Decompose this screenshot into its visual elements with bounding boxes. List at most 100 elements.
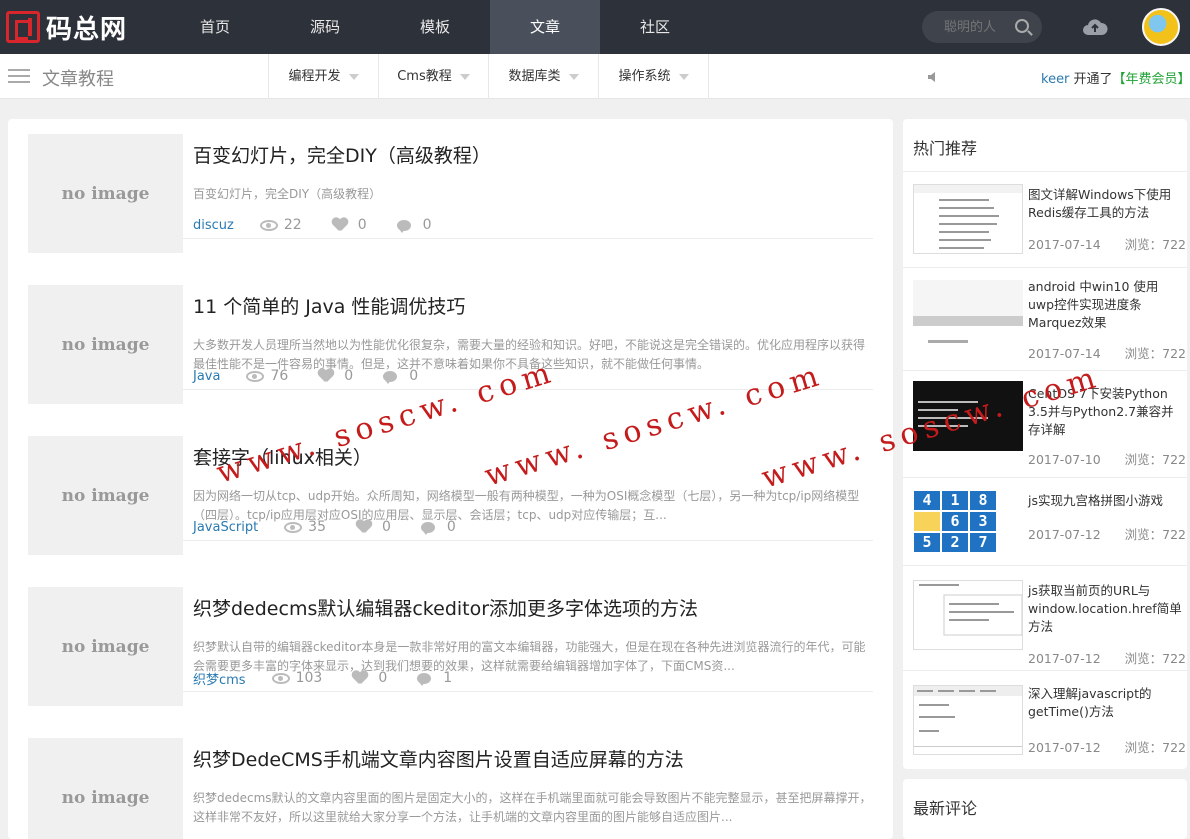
views: 35: [284, 519, 326, 535]
recommend-title[interactable]: CentOS 7下安装Python 3.5并与Python2.7兼容并存详解: [1028, 385, 1183, 439]
article-thumbnail[interactable]: no image: [28, 285, 183, 404]
recommend-title[interactable]: 深入理解javascript的getTime()方法: [1028, 685, 1183, 721]
recommend-meta: 2017-07-12 浏览：722: [1028, 648, 1190, 667]
nav-templates[interactable]: 模板: [380, 0, 490, 54]
article-category[interactable]: discuz: [193, 218, 234, 233]
menu-label: Cms教程: [397, 69, 452, 84]
menu-database[interactable]: 数据库类: [489, 54, 599, 99]
puzzle-tile: 5: [914, 533, 940, 552]
article-thumbnail[interactable]: no image: [28, 436, 183, 555]
terminal-screenshot-icon: [918, 401, 988, 427]
recommend-date: 2017-07-12: [1028, 651, 1101, 666]
list-item[interactable]: 图文详解Windows下使用Redis缓存工具的方法 2017-07-14 浏览：…: [903, 171, 1187, 267]
site-logo[interactable]: 码总网: [6, 10, 128, 45]
sub-navbar: 文章教程 编程开发 Cms教程 数据库类 操作系统 keer 开通了【年费会员】: [0, 54, 1190, 99]
heart-icon: [318, 369, 334, 383]
search-input[interactable]: [944, 17, 1004, 37]
comment-button[interactable]: 0: [420, 519, 456, 535]
logo-icon: [6, 11, 40, 43]
notice-badge: 【年费会员】: [1112, 72, 1190, 87]
article-summary: 织梦dedecms默认的文章内容里面的图片是固定大小的，这样在手机端里面就可能会…: [193, 791, 872, 824]
puzzle-tile: 2: [942, 533, 968, 552]
recommend-date: 2017-07-12: [1028, 527, 1101, 542]
comment-icon: [383, 370, 398, 384]
list-menu-icon[interactable]: [8, 69, 30, 85]
article-title[interactable]: 织梦dedecms默认编辑器ckeditor添加更多字体选项的方法: [193, 594, 698, 621]
like-button[interactable]: 0: [318, 368, 353, 384]
search-icon[interactable]: [1015, 19, 1029, 33]
views: 103: [271, 670, 322, 686]
avatar[interactable]: [1142, 8, 1180, 46]
list-item[interactable]: 深入理解javascript的getTime()方法 2017-07-12 浏览：…: [903, 670, 1187, 769]
section-title: 文章教程: [42, 69, 114, 90]
eye-icon: [259, 219, 278, 231]
devtools-screenshot-icon: [914, 686, 1022, 747]
recommend-views: 浏览：722: [1124, 527, 1187, 542]
article-category[interactable]: 织梦cms: [193, 669, 246, 688]
notice-user[interactable]: keer: [1041, 72, 1069, 87]
views: 22: [259, 217, 302, 233]
membership-notice: keer 开通了【年费会员】: [1041, 68, 1190, 87]
article-title[interactable]: 百变幻灯片，完全DIY（高级教程）: [193, 141, 491, 168]
likes-count: 0: [382, 519, 391, 535]
article-title[interactable]: 11 个简单的 Java 性能调优技巧: [193, 292, 465, 319]
nav-community[interactable]: 社区: [600, 0, 710, 54]
comments-count: 0: [446, 519, 456, 535]
recommend-title[interactable]: js获取当前页的URL与window.location.href简单方法: [1028, 582, 1183, 636]
article-thumbnail[interactable]: [913, 685, 1023, 755]
article-category[interactable]: JavaScript: [193, 520, 258, 535]
recommend-date: 2017-07-14: [1028, 346, 1101, 361]
comments-count: 0: [409, 368, 419, 384]
article-thumbnail[interactable]: [913, 280, 1023, 350]
panel-title: 最新评论: [913, 799, 978, 818]
recommend-title[interactable]: js实现九宫格拼图小游戏: [1028, 492, 1183, 510]
views-count: 22: [283, 217, 302, 233]
recommend-date: 2017-07-14: [1028, 237, 1101, 252]
eye-icon: [284, 521, 303, 533]
menu-programming[interactable]: 编程开发: [269, 54, 379, 99]
recommend-meta: 2017-07-12 浏览：722: [1028, 737, 1190, 756]
list-item[interactable]: CentOS 7下安装Python 3.5并与Python2.7兼容并存详解 2…: [903, 370, 1187, 477]
article-thumbnail[interactable]: [913, 184, 1023, 254]
nav-articles[interactable]: 文章: [490, 0, 600, 54]
like-button[interactable]: 0: [352, 670, 387, 686]
nav-source[interactable]: 源码: [270, 0, 380, 54]
recommend-meta: 2017-07-12 浏览：722: [1028, 524, 1190, 543]
list-item[interactable]: 41863 527 js实现九宫格拼图小游戏 2017-07-12 浏览：722: [903, 477, 1187, 565]
comments-count: 1: [443, 670, 453, 686]
recommend-views: 浏览：722: [1124, 740, 1187, 755]
list-item[interactable]: android 中win10 使用uwp控件实现进度条Marquez效果 201…: [903, 267, 1187, 370]
latest-comments-panel: 最新评论: [903, 779, 1187, 839]
article-thumbnail[interactable]: no image: [28, 587, 183, 706]
article-thumbnail[interactable]: no image: [28, 134, 183, 253]
article-thumbnail[interactable]: 41863 527: [913, 490, 997, 552]
article-thumbnail[interactable]: [913, 580, 1023, 650]
views: 76: [246, 368, 288, 384]
speaker-icon: [928, 72, 935, 82]
comment-button[interactable]: 1: [417, 670, 452, 686]
recommend-title[interactable]: 图文详解Windows下使用Redis缓存工具的方法: [1028, 186, 1183, 222]
recommend-meta: 2017-07-10 浏览：722: [1028, 449, 1190, 468]
article-title[interactable]: 套接字（linux相关）: [193, 443, 372, 470]
comment-button[interactable]: 0: [396, 217, 432, 233]
article-category[interactable]: Java: [193, 369, 220, 384]
list-item[interactable]: js获取当前页的URL与window.location.href简单方法 201…: [903, 565, 1187, 670]
article-thumbnail[interactable]: [913, 381, 1023, 451]
main-nav: 首页 源码 模板 文章 社区: [160, 0, 710, 54]
menu-cms[interactable]: Cms教程: [379, 54, 489, 99]
cloud-upload-icon[interactable]: [1082, 17, 1108, 37]
recommend-title[interactable]: android 中win10 使用uwp控件实现进度条Marquez效果: [1028, 278, 1183, 332]
article-title[interactable]: 织梦DedeCMS手机端文章内容图片设置自适应屏幕的方法: [193, 745, 684, 772]
like-button[interactable]: 0: [332, 217, 367, 233]
puzzle-tile: [914, 512, 940, 531]
logo-text: 码总网: [46, 14, 128, 45]
article-thumbnail[interactable]: no image: [28, 738, 183, 839]
recommend-views: 浏览：722: [1124, 651, 1187, 666]
menu-os[interactable]: 操作系统: [599, 54, 709, 99]
caret-down-icon: [459, 73, 470, 80]
like-button[interactable]: 0: [356, 519, 391, 535]
comment-icon: [417, 672, 432, 686]
category-menu: 编程开发 Cms教程 数据库类 操作系统: [268, 54, 709, 99]
comment-button[interactable]: 0: [383, 368, 418, 384]
nav-home[interactable]: 首页: [160, 0, 270, 54]
